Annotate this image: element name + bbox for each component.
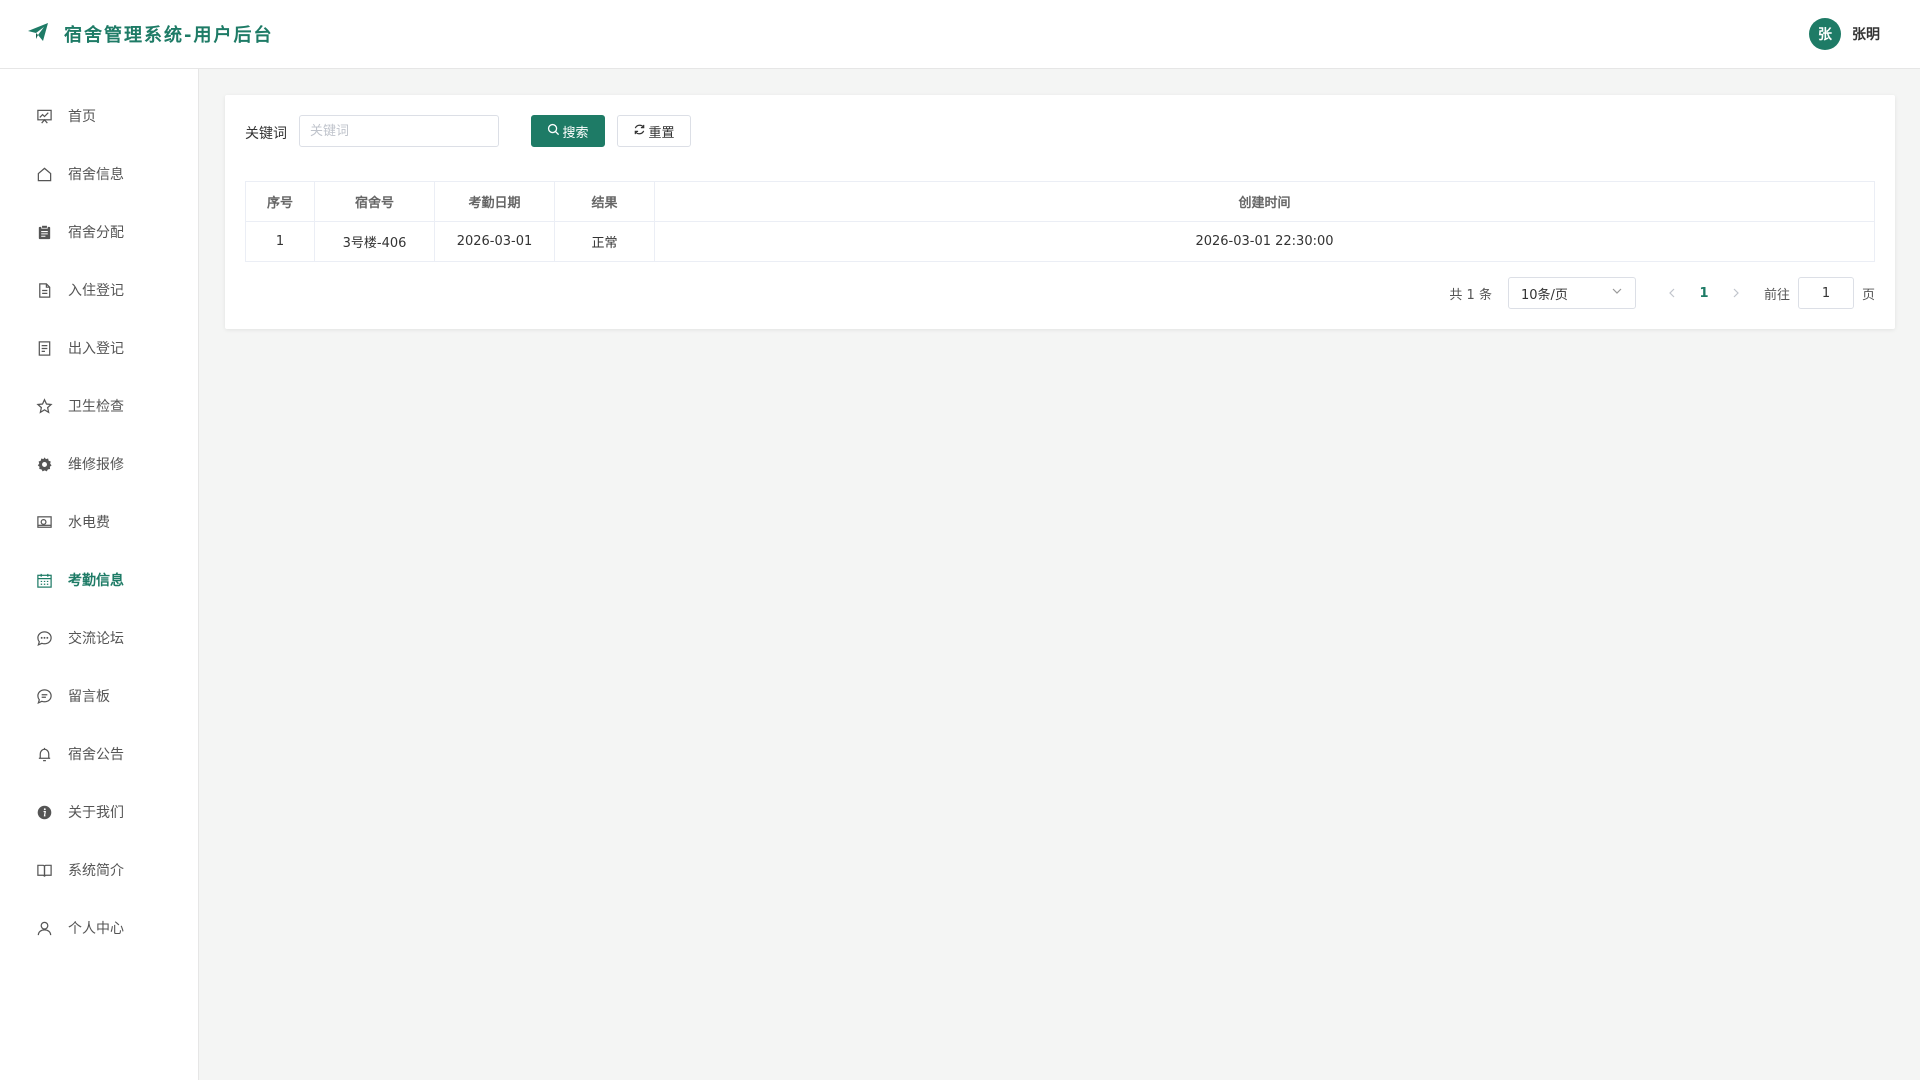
chat-lines-icon — [35, 687, 53, 705]
table-cell: 2026-03-01 — [434, 221, 555, 262]
refresh-icon — [633, 123, 648, 140]
total-count: 共 1 条 — [1449, 287, 1492, 303]
clipboard-icon — [35, 223, 53, 241]
chat-dots-icon — [35, 629, 53, 647]
goto-label: 前往 — [1763, 287, 1790, 303]
paper-plane-icon — [26, 20, 50, 48]
page-unit-label: 页 — [1861, 287, 1875, 303]
page-number[interactable]: 1 — [1684, 286, 1724, 301]
money-icon — [35, 513, 53, 531]
logo[interactable]: 宿舍管理系统-用户后台 — [26, 20, 273, 48]
next-page-button[interactable] — [1724, 287, 1748, 299]
attendance-table: 序号 宿舍号 考勤日期 结果 创建时间 1 3号楼-406 2026-03-01… — [245, 181, 1875, 262]
sidebar-item-notice[interactable]: 宿舍公告 — [0, 731, 198, 777]
home-icon — [35, 165, 53, 183]
document-list-icon — [35, 339, 53, 357]
sidebar-item-entry-exit[interactable]: 出入登记 — [0, 325, 198, 371]
user-menu[interactable]: 张 张明 — [1809, 18, 1880, 50]
sidebar-item-about[interactable]: 关于我们 — [0, 789, 198, 835]
sidebar-item-message-board[interactable]: 留言板 — [0, 673, 198, 719]
attendance-card: 关键词 搜索 重置 序号 宿舍号 考勤日期 结果 创建时间 1 3号楼-406 … — [225, 95, 1895, 329]
chevron-down-icon — [1611, 285, 1623, 301]
bell-icon — [35, 745, 53, 763]
username[interactable]: 张明 — [1852, 24, 1880, 44]
table-cell: 2026-03-01 22:30:00 — [654, 221, 1875, 262]
chart-board-icon — [35, 107, 53, 125]
sidebar-item-utilities[interactable]: 水电费 — [0, 499, 198, 545]
column-header: 考勤日期 — [434, 181, 555, 222]
column-header: 序号 — [245, 181, 315, 222]
table-cell: 3号楼-406 — [314, 221, 435, 262]
info-icon — [35, 803, 53, 821]
sidebar-item-attendance[interactable]: 考勤信息 — [0, 557, 198, 603]
sidebar-item-system-intro[interactable]: 系统简介 — [0, 847, 198, 893]
column-header: 创建时间 — [654, 181, 1875, 222]
table-cell: 1 — [245, 221, 315, 262]
search-label: 关键词 — [245, 126, 287, 142]
search-input[interactable] — [299, 115, 499, 147]
table-cell: 正常 — [554, 221, 655, 262]
sidebar-item-home[interactable]: 首页 — [0, 93, 198, 139]
calendar-icon — [35, 571, 53, 589]
avatar[interactable]: 张 — [1809, 18, 1841, 50]
search-icon — [547, 123, 562, 140]
sidebar-item-forum[interactable]: 交流论坛 — [0, 615, 198, 661]
prev-page-button[interactable] — [1660, 287, 1684, 299]
table-header-row: 序号 宿舍号 考勤日期 结果 创建时间 — [245, 181, 1875, 222]
star-icon — [35, 397, 53, 415]
table-row[interactable]: 1 3号楼-406 2026-03-01 正常 2026-03-01 22:30… — [245, 221, 1875, 262]
page-size-select[interactable]: 10条/页 — [1507, 277, 1636, 309]
user-icon — [35, 919, 53, 937]
column-header: 结果 — [554, 181, 655, 222]
reset-button[interactable]: 重置 — [617, 115, 691, 147]
document-icon — [35, 281, 53, 299]
app-title: 宿舍管理系统-用户后台 — [64, 25, 274, 46]
search-button[interactable]: 搜索 — [531, 115, 605, 147]
goto-page-input[interactable] — [1797, 277, 1854, 309]
column-header: 宿舍号 — [314, 181, 435, 222]
sidebar-item-dorm-info[interactable]: 宿舍信息 — [0, 151, 198, 197]
sidebar-item-repair[interactable]: 维修报修 — [0, 441, 198, 487]
sidebar-item-hygiene[interactable]: 卫生检查 — [0, 383, 198, 429]
sidebar-item-profile[interactable]: 个人中心 — [0, 905, 198, 951]
book-icon — [35, 861, 53, 879]
pagination: 共 1 条 10条/页 1 前往 页 — [1449, 277, 1875, 309]
top-header: 宿舍管理系统-用户后台 张 张明 — [0, 0, 1920, 69]
gear-icon — [35, 455, 53, 473]
sidebar-item-checkin[interactable]: 入住登记 — [0, 267, 198, 313]
sidebar-item-dorm-assign[interactable]: 宿舍分配 — [0, 209, 198, 255]
sidebar: 首页 宿舍信息 宿舍分配 入住登记 出入登记 卫生检查 维修报修 水电费 考勤信… — [0, 69, 199, 1080]
